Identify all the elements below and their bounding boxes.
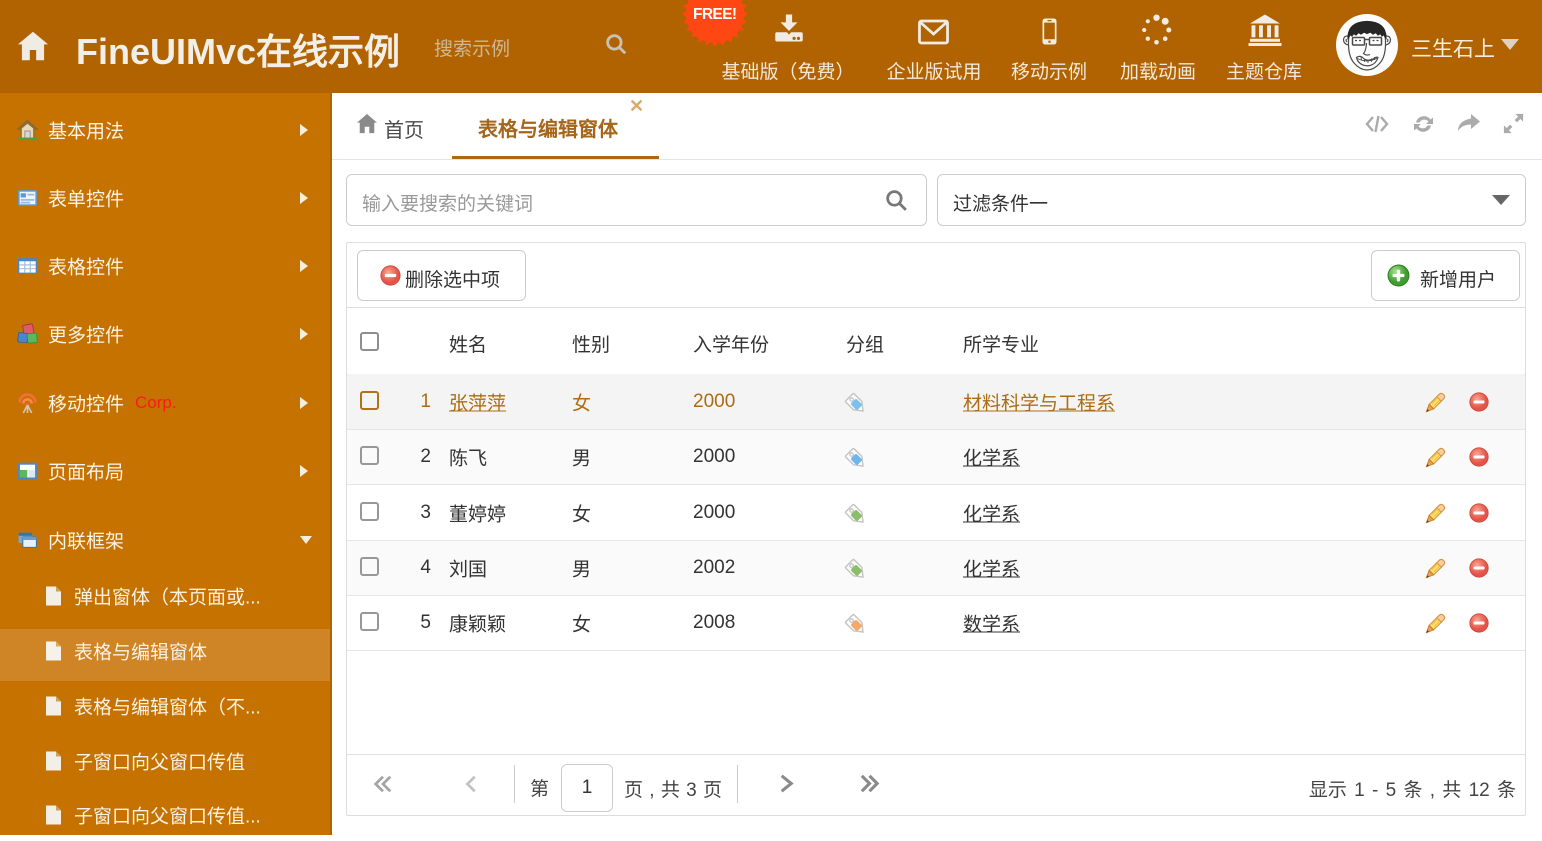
svg-text:FREE!: FREE! <box>693 6 737 23</box>
